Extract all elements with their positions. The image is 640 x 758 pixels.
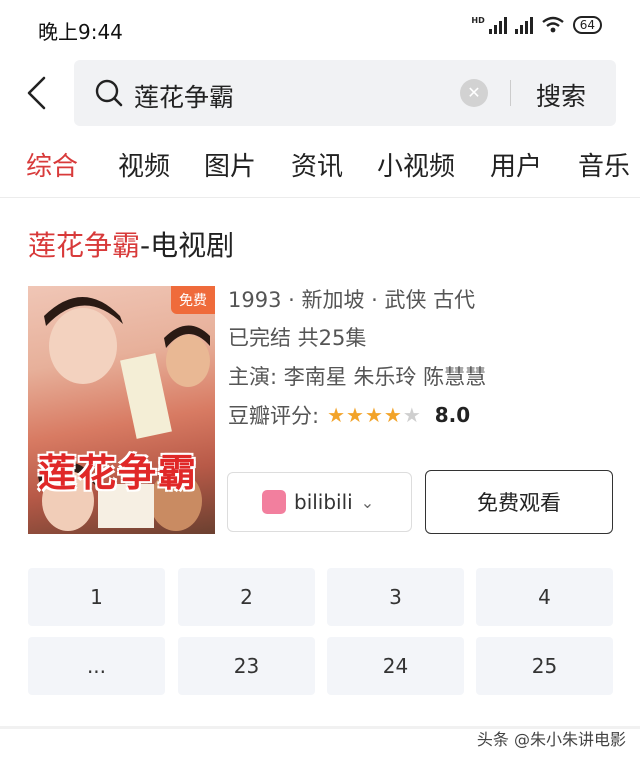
poster-image[interactable]: 免费 莲花争霸 — [28, 286, 215, 534]
tab-short-video[interactable]: 小视频 — [377, 146, 455, 183]
star-icon: ★ — [346, 403, 364, 427]
poster-title: 莲花争霸 — [38, 451, 199, 495]
close-icon: ✕ — [467, 83, 481, 102]
status-icons: HD 64 — [471, 16, 602, 34]
back-arrow-icon — [27, 76, 46, 110]
rating-score: 8.0 — [434, 403, 471, 427]
source-label: bilibili — [294, 490, 353, 514]
tab-comprehensive[interactable]: 综合 — [26, 146, 78, 183]
tab-music[interactable]: 音乐 — [578, 146, 630, 183]
chevron-down-icon: ⌄ — [360, 492, 375, 512]
status-bar: 晚上9:44 HD 64 — [0, 0, 640, 56]
status-time: 晚上9:44 — [38, 20, 123, 44]
source-selector[interactable]: bilibili ⌄ — [227, 472, 412, 532]
star-icon: ★ — [383, 403, 402, 427]
tab-news[interactable]: 资讯 — [291, 146, 343, 183]
rating-label: 豆瓣评分: — [228, 404, 320, 428]
rating-stars: ★ ★ ★ ★ ★ — [327, 403, 421, 427]
episode-more-button[interactable]: ... — [28, 637, 165, 695]
star-empty-icon: ★ — [402, 403, 421, 427]
bilibili-icon — [262, 490, 286, 514]
meta-cast: 主演: 李南星 朱乐玲 陈慧慧 — [228, 365, 487, 389]
search-button[interactable]: 搜索 — [536, 77, 586, 113]
search-input[interactable]: 莲花争霸 ✕ 搜索 — [74, 60, 616, 126]
episode-button-2[interactable]: 2 — [178, 568, 315, 626]
search-icon — [95, 79, 123, 107]
episode-button-3[interactable]: 3 — [327, 568, 464, 626]
network-type-label: HD — [471, 16, 485, 25]
watermark: 头条 @朱小朱讲电影 — [476, 730, 626, 749]
search-query[interactable]: 莲花争霸 — [134, 78, 234, 114]
star-icon: ★ — [327, 403, 346, 427]
result-title-suffix: -电视剧 — [140, 229, 235, 262]
battery-icon: 64 — [572, 16, 602, 34]
result-title[interactable]: 莲花争霸-电视剧 — [28, 224, 234, 264]
star-icon: ★ — [364, 403, 383, 427]
tab-images[interactable]: 图片 — [204, 146, 256, 183]
tab-users[interactable]: 用户 — [490, 146, 542, 183]
category-tabs: 综合 视频 图片 资讯 小视频 用户 音乐 — [0, 146, 640, 190]
tabs-divider — [0, 197, 640, 198]
signal-icon — [488, 16, 507, 34]
signal-icon-2 — [514, 16, 533, 34]
episode-button-1[interactable]: 1 — [28, 568, 165, 626]
episode-button-25[interactable]: 25 — [476, 637, 613, 695]
episode-button-4[interactable]: 4 — [476, 568, 613, 626]
search-bar: 莲花争霸 ✕ 搜索 — [0, 58, 640, 128]
episode-button-24[interactable]: 24 — [327, 637, 464, 695]
free-badge: 免费 — [171, 286, 215, 314]
clear-search-button[interactable]: ✕ — [460, 79, 488, 107]
meta-episodes: 已完结 共25集 — [228, 326, 367, 350]
tab-video[interactable]: 视频 — [118, 146, 170, 183]
watch-free-button[interactable]: 免费观看 — [425, 470, 613, 534]
search-divider — [510, 80, 511, 106]
result-title-highlight: 莲花争霸 — [28, 229, 141, 262]
wifi-icon — [541, 16, 564, 33]
episode-button-23[interactable]: 23 — [178, 637, 315, 695]
back-button[interactable] — [18, 70, 58, 116]
meta-year-region-genre: 1993 · 新加坡 · 武侠 古代 — [228, 288, 476, 312]
rating-row: 豆瓣评分: ★ ★ ★ ★ ★ 8.0 — [228, 400, 470, 430]
